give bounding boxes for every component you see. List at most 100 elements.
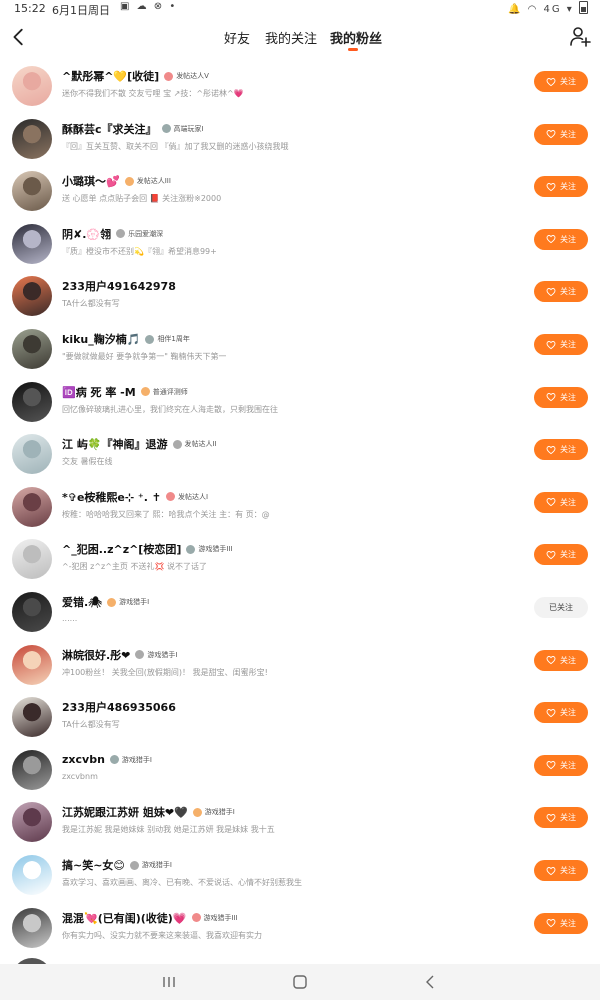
avatar[interactable] xyxy=(12,907,52,948)
badge-label: 相伴1周年 xyxy=(157,335,190,343)
badge-label: 游戏猎手III xyxy=(203,913,238,922)
follow-button[interactable]: 关注 xyxy=(534,754,588,776)
avatar[interactable] xyxy=(12,118,52,159)
system-back-icon[interactable] xyxy=(422,973,440,991)
follow-button[interactable]: 关注 xyxy=(534,860,588,881)
home-icon[interactable] xyxy=(291,973,309,991)
follow-button[interactable]: 关注 xyxy=(534,123,588,145)
avatar[interactable] xyxy=(12,329,52,369)
avatar[interactable] xyxy=(12,66,52,106)
avatar[interactable] xyxy=(12,539,52,580)
follow-button[interactable]: 关注 xyxy=(534,912,588,934)
list-item[interactable]: 爱错.🕷 游戏猎手I...... 已关注 xyxy=(0,592,600,644)
follow-button[interactable]: 关注 xyxy=(534,176,588,198)
badge-label: 发帖达人II xyxy=(184,440,217,449)
list-item[interactable]: 🆔病 死 率 -M 普通评测师回忆像碎玻璃扎进心里，我们终究在人海走散，只剩我围在… xyxy=(0,381,600,434)
system-navigation-bar xyxy=(0,964,600,1000)
follow-button[interactable]: 关注 xyxy=(534,544,588,566)
user-name[interactable]: 爱错.🕷 xyxy=(62,594,102,610)
follow-button[interactable]: 关注 xyxy=(534,386,588,408)
list-item[interactable]: 江苏妮跟江苏妍 姐妹❤🖤 游戏猎手I 我是江苏妮 我是她妹妹 别动我 她是江苏妍 我… xyxy=(0,802,600,854)
avatar[interactable] xyxy=(12,434,52,475)
user-bio: ^-犯困 z^z^主页 不送礼💢 说不了话了 xyxy=(62,562,207,572)
name-line: 江 屿🍀『神阁』退游 发帖达人II xyxy=(62,436,217,452)
follow-heart-plus-icon xyxy=(546,919,556,928)
list-item[interactable]: 淋皖很好.彤❤ 游戏猎手I 冲100粉丝！ 关我全回(放假期间)！ 我是甜宝、闺蜜彤… xyxy=(0,644,600,697)
user-name[interactable]: 🆔病 死 率 -M xyxy=(62,384,136,400)
badge-icon xyxy=(172,439,182,449)
follow-button[interactable]: 关注 xyxy=(534,439,588,461)
user-name[interactable]: 淋皖很好.彤❤ xyxy=(62,647,130,663)
user-name[interactable]: zxcvbn xyxy=(62,753,105,766)
user-bio: 回忆像碎玻璃扎进心里，我们终究在人海走散，只剩我围在往 xyxy=(62,404,278,414)
follow-button[interactable]: 关注 xyxy=(534,281,588,303)
follow-heart-plus-icon xyxy=(546,813,556,823)
follow-heart-plus-icon xyxy=(546,340,556,349)
user-bio: 迷你不得我们不散 交友亏哩 宝 ↗技：^彤诺林^💗 xyxy=(62,89,244,98)
avatar[interactable] xyxy=(12,381,52,422)
user-name[interactable]: 江苏妮跟江苏妍 姐妹❤🖤 xyxy=(62,804,188,820)
user-name[interactable]: 混混💘(已有闺)(收徒)💗 xyxy=(62,910,187,926)
follow-button[interactable]: 关注 xyxy=(534,228,588,250)
list-item[interactable]: 小璐琪〜💕 发帖达人III 送 心愿单 点点贴子会回 📕 关注涨粉※2000 关注 xyxy=(0,171,600,223)
list-item[interactable]: ^默彤幂^💛[收徒] 发帖达人V 迷你不得我们不散 交友亏哩 宝 ↗技：^彤诺林^💗… xyxy=(0,66,600,118)
user-name[interactable]: 阴✘.💮翎 xyxy=(62,226,111,242)
avatar[interactable] xyxy=(12,855,52,895)
avatar[interactable] xyxy=(12,592,52,632)
user-name[interactable]: 搞~笑~女😊 xyxy=(62,857,125,873)
status-right-icons: 🔔 ◠ 4G ▾ xyxy=(507,4,574,15)
name-line: 江苏妮跟江苏妍 姐妹❤🖤 游戏猎手I xyxy=(62,804,235,820)
avatar[interactable] xyxy=(12,802,52,843)
list-item[interactable]: zxcvbn 游戏猎手I zxcvbnm 关注 xyxy=(0,749,600,802)
avatar[interactable] xyxy=(12,697,52,738)
user-name[interactable]: 酥酥芸c『求关注』 xyxy=(62,121,157,137)
badge-label: 普通评测师 xyxy=(152,387,188,396)
avatar[interactable] xyxy=(12,644,52,685)
add-friend-icon[interactable] xyxy=(568,24,592,48)
follow-button[interactable]: 关注 xyxy=(534,334,588,355)
user-name[interactable]: 小璐琪〜💕 xyxy=(62,173,120,189)
list-item[interactable]: kiku_鞠汐楠🎵 相伴1周年 "要做就做最好 要争就争第一" 鞠楠伟天下第一 关注 xyxy=(0,329,600,381)
follow-button[interactable]: 关注 xyxy=(534,491,588,513)
user-name[interactable]: 233用户486935066 xyxy=(62,699,176,715)
list-item[interactable]: 阴✘.💮翎 乐园爱潮深 『质』橙没市不还别💫『翎』希望消息99+ 关注 xyxy=(0,223,600,276)
list-item[interactable]: 江 屿🍀『神阁』退游 发帖达人II 交友 暑假在线 关注 xyxy=(0,434,600,486)
tab-friends[interactable]: 好友 xyxy=(224,28,250,47)
follow-button[interactable]: 关注 xyxy=(534,71,588,92)
tab-following[interactable]: 我的关注 xyxy=(265,28,317,47)
follow-button[interactable]: 关注 xyxy=(534,702,588,724)
follow-button[interactable]: 关注 xyxy=(534,807,588,829)
list-item[interactable]: 酥酥芸c『求关注』 高端玩家I 『回』互关互赞、取关不回 『倘』加了我又删的迷惑小孩… xyxy=(0,118,600,171)
follow-button[interactable]: 关注 xyxy=(534,649,588,671)
user-name[interactable]: ^默彤幂^💛[收徒] xyxy=(62,68,159,84)
user-name[interactable]: 233用户491642978 xyxy=(62,278,176,294)
fans-list[interactable]: ^默彤幂^💛[收徒] 发帖达人V 迷你不得我们不散 交友亏哩 宝 ↗技：^彤诺林^💗… xyxy=(0,62,600,964)
list-item[interactable]: 混混💘(已有闺)(收徒)💗 游戏猎手III 你有实力吗、没实力就不要来这来装逼、我喜… xyxy=(0,907,600,960)
user-name[interactable]: 江 屿🍀『神阁』退游 xyxy=(62,436,168,452)
badge-icon xyxy=(165,492,175,502)
user-name[interactable]: kiku_鞠汐楠🎵 xyxy=(62,331,140,347)
avatar[interactable] xyxy=(12,276,52,317)
list-item[interactable]: 搞~笑~女😊 游戏猎手I 喜欢学习、喜欢画画、离冷、已有晚、不爱说话、心情不好别惹我… xyxy=(0,855,600,907)
recent-apps-icon[interactable] xyxy=(160,973,178,991)
tab-fans[interactable]: 我的粉丝 xyxy=(330,28,382,47)
followed-button[interactable]: 已关注 xyxy=(534,597,588,618)
list-item[interactable]: ^_犯困..z^z^[桉恋团] 游戏猎手III ^-犯困 z^z^主页 不送礼💢 说… xyxy=(0,539,600,591)
avatar[interactable] xyxy=(12,171,52,212)
follow-button-label: 关注 xyxy=(560,550,576,560)
follow-heart-plus-icon xyxy=(546,656,556,665)
follow-button-label: 关注 xyxy=(560,340,576,349)
list-item[interactable]: 233用户486935066 TA什么都没有写 关注 xyxy=(0,697,600,749)
back-arrow-icon[interactable] xyxy=(8,26,30,48)
avatar[interactable] xyxy=(12,486,52,527)
user-bio: 我是江苏妮 我是她妹妹 别动我 她是江苏妍 我是妹妹 我十五 xyxy=(62,825,275,835)
follow-button-label: 关注 xyxy=(560,760,576,770)
avatar[interactable] xyxy=(12,749,52,790)
follow-button-label: 关注 xyxy=(560,234,576,244)
list-item[interactable]: *✞e桉稚熙e⊹ ⁺. ✝ 发帖达人I 桉稚：哈哈哈我又回来了 熙：哈我点个关注 主… xyxy=(0,486,600,539)
user-name[interactable]: *✞e桉稚熙e⊹ ⁺. ✝ xyxy=(62,489,161,505)
user-name[interactable]: ^_犯困..z^z^[桉恋团] xyxy=(62,541,181,557)
list-item[interactable]: 233用户491642978 TA什么都没有写 关注 xyxy=(0,276,600,328)
badge-icon xyxy=(129,860,139,870)
avatar[interactable] xyxy=(12,223,52,264)
